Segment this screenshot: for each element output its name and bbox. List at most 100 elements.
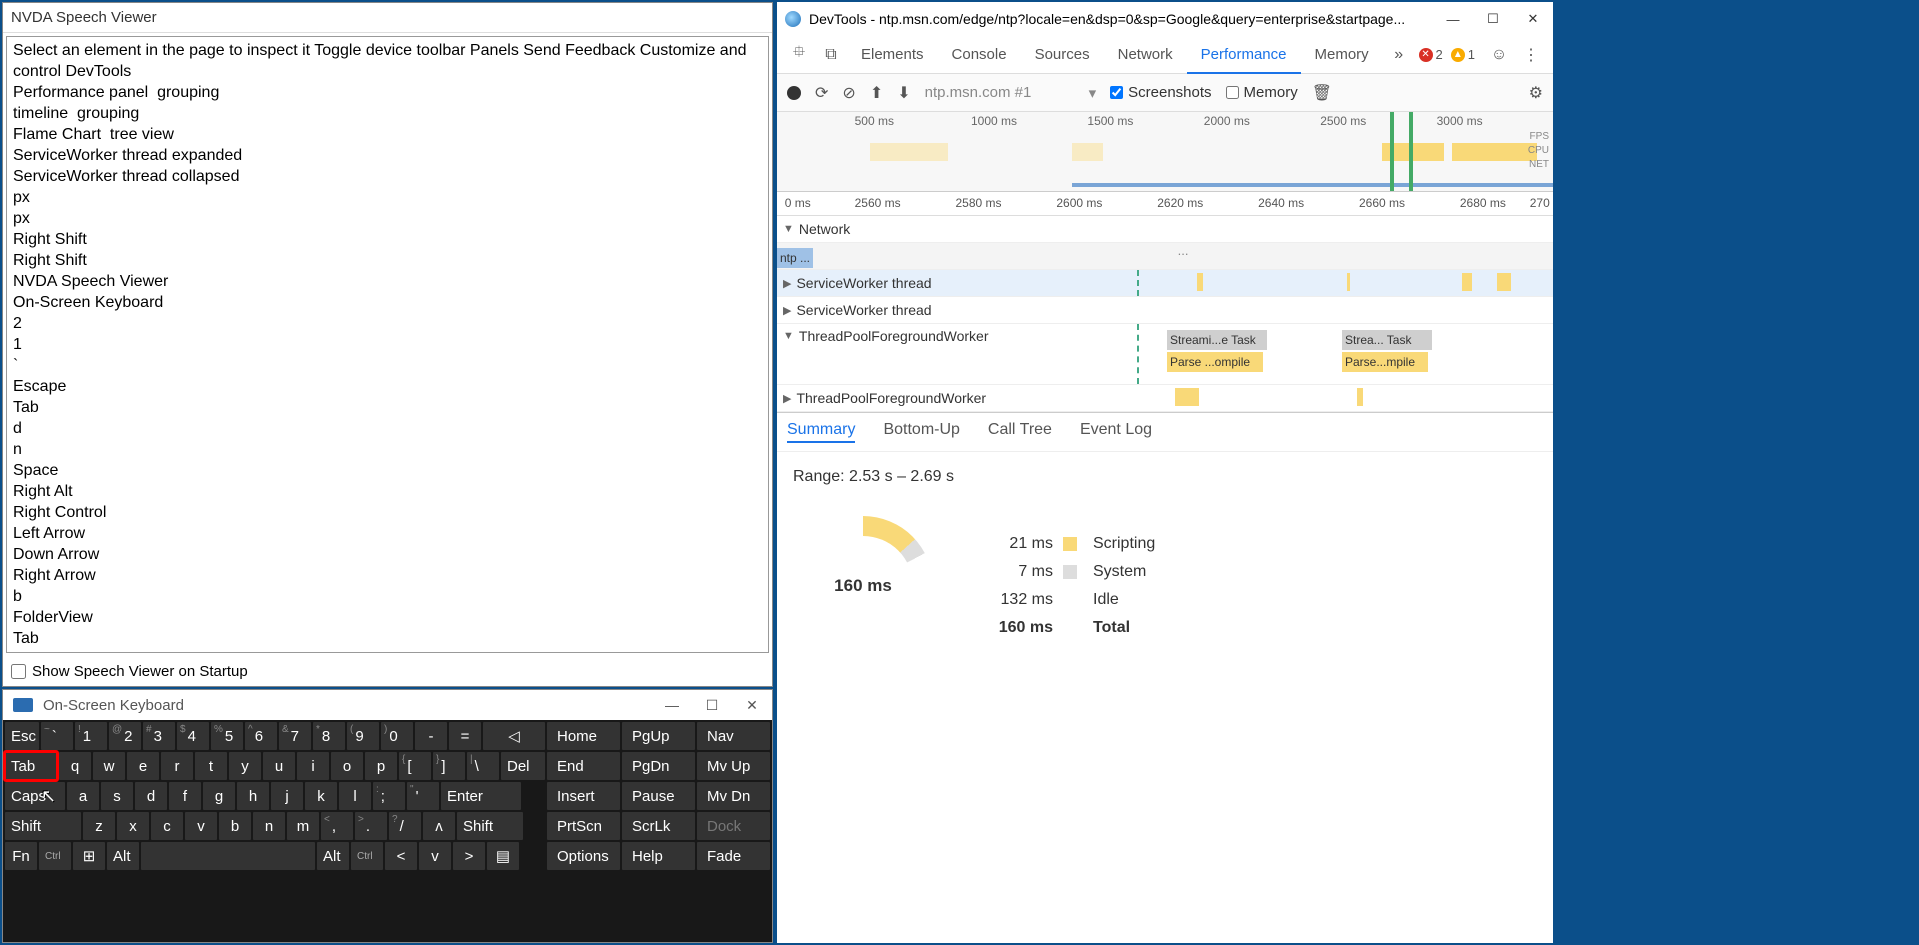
key-prtscn[interactable]: PrtScn: [547, 812, 620, 840]
key-l[interactable]: l: [339, 782, 371, 810]
key-5[interactable]: %5: [211, 722, 243, 750]
key-8[interactable]: *8: [313, 722, 345, 750]
key-esc[interactable]: Esc: [5, 722, 39, 750]
key-space[interactable]: ⊞: [73, 842, 105, 870]
key-z[interactable]: z: [83, 812, 115, 840]
key-0[interactable]: )0: [381, 722, 413, 750]
key-a[interactable]: a: [67, 782, 99, 810]
key-2[interactable]: @2: [109, 722, 141, 750]
key-pgdn[interactable]: PgDn: [622, 752, 695, 780]
minimize-button[interactable]: —: [652, 690, 692, 720]
key-fn[interactable]: Fn: [5, 842, 37, 870]
key-r[interactable]: r: [161, 752, 193, 780]
summary-tab-bottom-up[interactable]: Bottom-Up: [883, 421, 959, 443]
key-9[interactable]: (9: [347, 722, 379, 750]
memory-checkbox[interactable]: Memory: [1226, 84, 1298, 101]
key-b[interactable]: b: [219, 812, 251, 840]
tab-console[interactable]: Console: [938, 36, 1021, 74]
key-nav[interactable]: Nav: [697, 722, 770, 750]
key-s[interactable]: s: [101, 782, 133, 810]
threadpool-worker-1[interactable]: ▼ThreadPoolForegroundWorker Streami...e …: [777, 324, 1553, 385]
tab-network[interactable]: Network: [1104, 36, 1187, 74]
key-3[interactable]: #3: [143, 722, 175, 750]
key-space[interactable]: "': [407, 782, 439, 810]
key-6[interactable]: ^6: [245, 722, 277, 750]
error-badge[interactable]: ✕2: [1419, 47, 1443, 62]
load-icon[interactable]: ⬆: [870, 83, 883, 103]
key-enter[interactable]: Enter: [441, 782, 521, 810]
key-k[interactable]: k: [305, 782, 337, 810]
key-options[interactable]: Options: [547, 842, 620, 870]
summary-tab-call-tree[interactable]: Call Tree: [988, 421, 1052, 443]
key-shift[interactable]: Shift: [5, 812, 81, 840]
key-ctrl[interactable]: Ctrl: [39, 842, 71, 870]
key-shift[interactable]: Shift: [457, 812, 523, 840]
record-button[interactable]: [787, 86, 801, 100]
key-e[interactable]: e: [127, 752, 159, 780]
key-n[interactable]: n: [253, 812, 285, 840]
key-space[interactable]: >.: [355, 812, 387, 840]
reload-icon[interactable]: ⟳: [815, 83, 828, 103]
delete-icon[interactable]: 🗑: [1312, 83, 1332, 103]
timeline-ruler[interactable]: 0 ms2560 ms2580 ms2600 ms2620 ms2640 ms2…: [777, 192, 1553, 216]
key-u[interactable]: u: [263, 752, 295, 780]
key-space[interactable]: =: [449, 722, 481, 750]
key-i[interactable]: i: [297, 752, 329, 780]
key-space[interactable]: -: [415, 722, 447, 750]
key-d[interactable]: d: [135, 782, 167, 810]
key-space[interactable]: {[: [399, 752, 431, 780]
minimize-button[interactable]: —: [1433, 2, 1473, 36]
key-insert[interactable]: Insert: [547, 782, 620, 810]
key-pgup[interactable]: PgUp: [622, 722, 695, 750]
more-tabs-icon[interactable]: »: [1383, 39, 1415, 71]
key-dock[interactable]: Dock: [697, 812, 770, 840]
key-space[interactable]: <,: [321, 812, 353, 840]
key-h[interactable]: h: [237, 782, 269, 810]
key-fade[interactable]: Fade: [697, 842, 770, 870]
key-v[interactable]: v: [185, 812, 217, 840]
key-p[interactable]: p: [365, 752, 397, 780]
settings-icon[interactable]: ⚙: [1529, 83, 1543, 103]
key-scrlk[interactable]: ScrLk: [622, 812, 695, 840]
key-space[interactable]: ʌ: [423, 812, 455, 840]
key-4[interactable]: $4: [177, 722, 209, 750]
key-1[interactable]: !1: [75, 722, 107, 750]
key-space[interactable]: ◁: [483, 722, 545, 750]
maximize-button[interactable]: ☐: [1473, 2, 1513, 36]
key-pause[interactable]: Pause: [622, 782, 695, 810]
key-mvdn[interactable]: Mv Dn: [697, 782, 770, 810]
ntp-track[interactable]: ntp ... ...: [777, 243, 1553, 270]
clear-icon[interactable]: ⊘: [842, 83, 855, 103]
key-ctrl[interactable]: Ctrl: [351, 842, 383, 870]
key-q[interactable]: q: [59, 752, 91, 780]
tab-elements[interactable]: Elements: [847, 36, 938, 74]
key-j[interactable]: j: [271, 782, 303, 810]
select-element-icon[interactable]: ⯐: [783, 39, 815, 71]
serviceworker-thread-2[interactable]: ▶ServiceWorker thread: [777, 297, 1553, 324]
menu-icon[interactable]: ⋮: [1515, 39, 1547, 71]
close-button[interactable]: ✕: [732, 690, 772, 720]
feedback-icon[interactable]: ☺: [1483, 39, 1515, 71]
key-7[interactable]: &7: [279, 722, 311, 750]
key-c[interactable]: c: [151, 812, 183, 840]
performance-overview[interactable]: 500 ms1000 ms1500 ms2000 ms2500 ms3000 m…: [777, 112, 1553, 192]
key-x[interactable]: x: [117, 812, 149, 840]
key-t[interactable]: t: [195, 752, 227, 780]
key-m[interactable]: m: [287, 812, 319, 840]
key-home[interactable]: Home: [547, 722, 620, 750]
key-space[interactable]: ~`: [41, 722, 73, 750]
key-space[interactable]: |\: [467, 752, 499, 780]
key-space[interactable]: ▤: [487, 842, 519, 870]
key-g[interactable]: g: [203, 782, 235, 810]
key-del[interactable]: Del: [501, 752, 545, 780]
key-space[interactable]: [141, 842, 315, 870]
warning-badge[interactable]: ▲1: [1451, 47, 1475, 62]
key-f[interactable]: f: [169, 782, 201, 810]
device-toolbar-icon[interactable]: ⧉: [815, 39, 847, 71]
tab-performance[interactable]: Performance: [1187, 36, 1301, 74]
session-input[interactable]: [925, 84, 1075, 101]
key-alt[interactable]: Alt: [107, 842, 139, 870]
key-space[interactable]: :;: [373, 782, 405, 810]
network-track[interactable]: ▼Network: [777, 216, 1553, 243]
summary-tab-event-log[interactable]: Event Log: [1080, 421, 1152, 443]
